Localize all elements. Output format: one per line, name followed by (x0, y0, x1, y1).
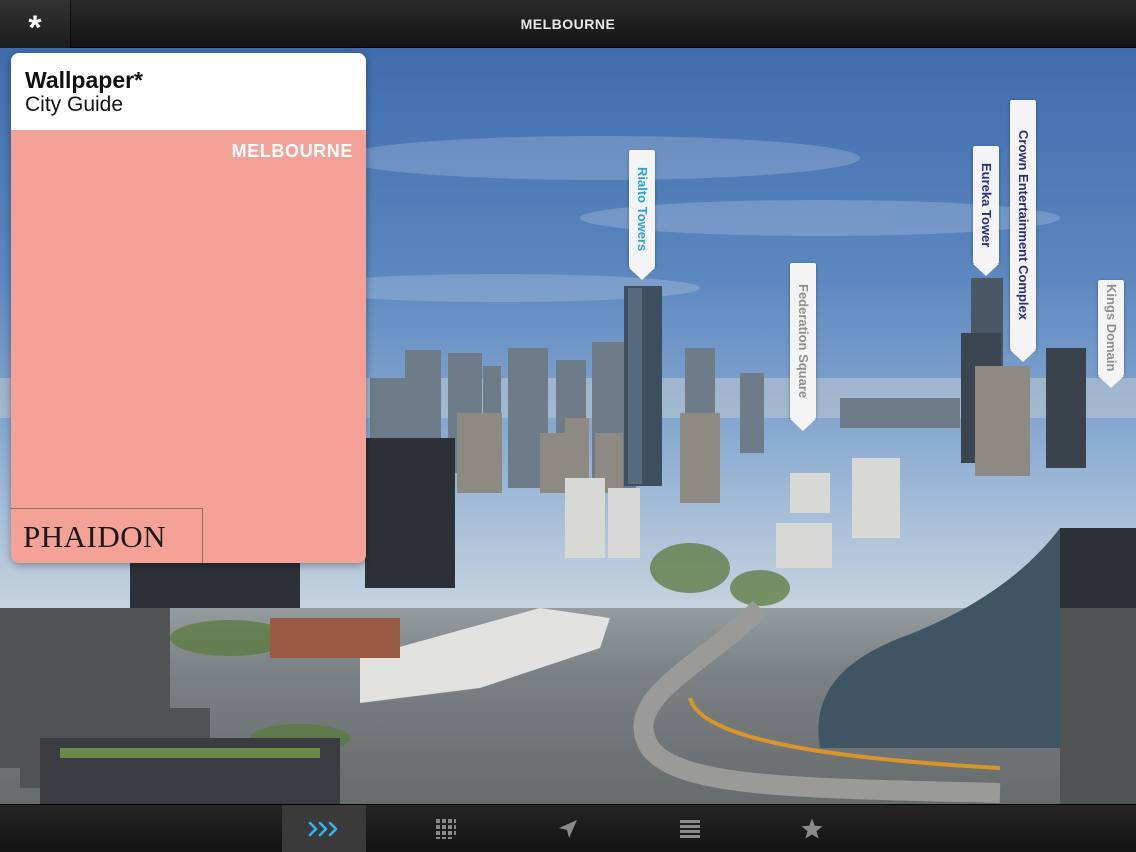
bottom-tab-bar (0, 804, 1136, 852)
landmark-label: Crown Entertainment Complex (1016, 130, 1031, 320)
tab-list[interactable] (648, 805, 732, 852)
top-bar: * MELBOURNE (0, 0, 1136, 48)
guide-city-name: MELBOURNE (231, 141, 353, 161)
landmark-crown-entertainment-complex[interactable]: Crown Entertainment Complex (1010, 100, 1036, 362)
landmark-eureka-tower[interactable]: Eureka Tower (973, 146, 999, 276)
publisher-logo: PHAIDON (11, 508, 203, 563)
location-arrow-icon (559, 820, 577, 838)
city-guide-cover[interactable]: Wallpaper* City Guide MELBOURNE PHAIDON (11, 53, 366, 563)
menu-asterisk-icon[interactable]: * (0, 0, 71, 48)
brand-title: Wallpaper* (25, 67, 144, 93)
landmark-label: Rialto Towers (635, 166, 650, 252)
grid-icon (436, 819, 456, 839)
tab-favourites[interactable] (770, 805, 854, 852)
landmark-label: Kings Domain (1104, 284, 1119, 372)
tab-intro[interactable] (282, 805, 366, 852)
guide-header: Wallpaper* City Guide (11, 53, 366, 130)
landmark-label: Eureka Tower (979, 162, 994, 248)
tab-categories[interactable] (404, 805, 488, 852)
brand-subtitle: City Guide (25, 93, 124, 116)
list-icon (680, 820, 700, 838)
landmark-label: Federation Square (796, 283, 811, 399)
page-title: MELBOURNE (520, 16, 616, 32)
chevrons-right-icon (308, 821, 338, 837)
landmark-kings-domain[interactable]: Kings Domain (1098, 280, 1124, 388)
tab-nearby[interactable] (526, 805, 610, 852)
star-icon (801, 818, 823, 839)
landmark-rialto-towers[interactable]: Rialto Towers (629, 150, 655, 280)
landmark-federation-square[interactable]: Federation Square (790, 263, 816, 431)
